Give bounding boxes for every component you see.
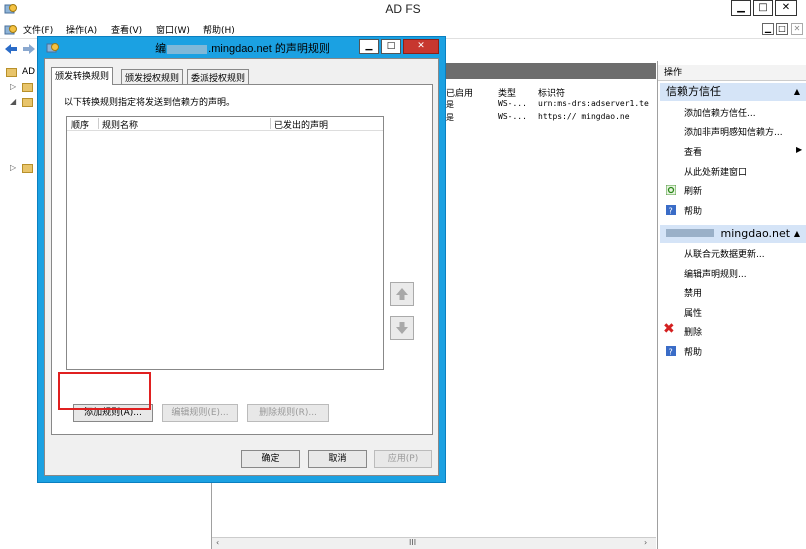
redacted-block <box>666 229 714 237</box>
move-down-button[interactable] <box>390 316 414 340</box>
section-relying-party-trusts[interactable]: 信赖方信任 ▲ <box>660 83 806 101</box>
action-view[interactable]: 查看 <box>684 145 702 158</box>
submenu-arrow-icon: ▶ <box>796 145 803 154</box>
action-disable[interactable]: 禁用 <box>684 286 702 299</box>
col-enabled[interactable]: 已启用 <box>446 86 473 99</box>
tab-issuance-authorization-rules[interactable]: 颁发授权规则 <box>121 69 184 84</box>
actions-header: 操作 <box>658 65 806 81</box>
action-update-metadata[interactable]: 从联合元数据更新... <box>684 247 765 260</box>
section-title: 信赖方信任 <box>666 85 721 98</box>
action-add-non-claims-rp[interactable]: 添加非声明感知信赖方... <box>684 125 783 138</box>
delete-icon: ✖ <box>663 321 675 337</box>
svg-text:?: ? <box>669 348 673 357</box>
menu-file[interactable]: 文件(F) <box>23 23 53 36</box>
col-type[interactable]: 类型 <box>498 86 516 99</box>
menu-action[interactable]: 操作(A) <box>66 23 97 36</box>
list-col-issued-claims[interactable]: 已发出的声明 <box>274 118 328 131</box>
menu-help[interactable]: 帮助(H) <box>203 23 235 36</box>
table-cell-identifier[interactable]: urn:ms-drs:adserver1.te <box>538 99 654 108</box>
claim-rules-dialog: 编 .mingdao.net 的声明规则 ▁ □ ✕ 颁发转换规则 颁发授权规则 … <box>37 36 446 483</box>
close-button[interactable]: ✕ <box>775 0 797 16</box>
action-help[interactable]: 帮助 <box>684 204 702 217</box>
ok-button[interactable]: 确定 <box>241 450 300 468</box>
section-title: mingdao.net <box>720 227 791 240</box>
action-delete[interactable]: 删除 <box>684 325 702 338</box>
menu-window[interactable]: 窗口(W) <box>156 23 190 36</box>
collapse-up-icon[interactable]: ▲ <box>794 83 800 101</box>
folder-icon <box>22 164 33 173</box>
expand-arrow-icon[interactable]: ▷ <box>10 82 16 91</box>
folder-icon <box>22 98 33 107</box>
maximize-button[interactable]: □ <box>753 0 773 16</box>
table-cell-enabled[interactable]: 是 <box>446 112 454 123</box>
action-properties[interactable]: 属性 <box>684 306 702 319</box>
redacted-block <box>167 44 208 54</box>
action-add-relying-party[interactable]: 添加信赖方信任... <box>684 106 756 119</box>
help-icon: ? <box>666 346 676 356</box>
red-highlight-box <box>58 372 151 410</box>
app-title: AD FS <box>385 2 421 16</box>
dialog-title-suffix: .mingdao.net 的声明规则 <box>208 43 330 55</box>
dialog-minimize-button[interactable]: ▁ <box>359 39 379 54</box>
edit-rule-button[interactable]: 编辑规则(E)... <box>162 404 238 422</box>
help-icon: ? <box>666 205 676 215</box>
collapse-up-icon[interactable]: ▲ <box>794 225 800 243</box>
svg-text:?: ? <box>669 207 673 216</box>
action-edit-claim-rules[interactable]: 编辑声明规则... <box>684 267 747 280</box>
dialog-maximize-button[interactable]: □ <box>381 39 401 54</box>
scroll-right-icon[interactable]: › <box>644 538 647 547</box>
dialog-close-button[interactable]: ✕ <box>403 39 439 54</box>
up-arrow-icon <box>396 288 408 300</box>
action-new-window[interactable]: 从此处新建窗口 <box>684 165 747 178</box>
table-cell-type[interactable]: WS-... <box>498 99 527 108</box>
scroll-thumb-grip[interactable]: III <box>409 538 416 547</box>
mdi-minimize-button[interactable]: ▁ <box>762 23 774 35</box>
section-selected-trust[interactable]: mingdao.net ▲ <box>660 225 806 243</box>
apply-button[interactable]: 应用(P) <box>374 450 432 468</box>
main-title-bar: AD FS ▁ □ ✕ <box>0 0 806 20</box>
dialog-body: 颁发转换规则 颁发授权规则 委派授权规则 以下转换规则指定将发送到信赖方的声明。… <box>44 58 439 476</box>
collapse-arrow-icon[interactable]: ◢ <box>10 97 16 106</box>
action-help[interactable]: 帮助 <box>684 345 702 358</box>
expand-arrow-icon[interactable]: ▷ <box>10 163 16 172</box>
down-arrow-icon <box>396 322 408 334</box>
back-arrow-icon[interactable] <box>4 43 18 55</box>
cancel-button[interactable]: 取消 <box>308 450 367 468</box>
mdi-close-button[interactable]: ✕ <box>791 23 803 35</box>
tab-issuance-transform-rules[interactable]: 颁发转换规则 <box>51 67 114 85</box>
refresh-icon <box>666 185 676 195</box>
table-cell-type[interactable]: WS-... <box>498 112 527 121</box>
mdi-maximize-button[interactable]: □ <box>776 23 788 35</box>
instruction-text: 以下转换规则指定将发送到信赖方的声明。 <box>64 98 236 108</box>
tab-delegation-authorization-rules[interactable]: 委派授权规则 <box>187 69 250 84</box>
col-identifier[interactable]: 标识符 <box>538 86 565 99</box>
column-separator <box>270 118 271 129</box>
move-up-button[interactable] <box>390 282 414 306</box>
scroll-left-icon[interactable]: ‹ <box>216 538 219 547</box>
action-refresh[interactable]: 刷新 <box>684 184 702 197</box>
actions-pane: 操作 信赖方信任 ▲ 添加信赖方信任... 添加非声明感知信赖方... 查看 ▶… <box>657 61 806 549</box>
tree-item-adfs[interactable]: AD <box>22 67 35 77</box>
menu-view[interactable]: 查看(V) <box>111 23 142 36</box>
minimize-button[interactable]: ▁ <box>731 0 751 16</box>
rules-list[interactable]: 顺序 规则名称 已发出的声明 <box>66 116 384 370</box>
folder-icon <box>22 83 33 92</box>
delete-rule-button[interactable]: 删除规则(R)... <box>247 404 329 422</box>
column-separator <box>98 118 99 129</box>
dialog-title-prefix: 编 <box>155 43 167 55</box>
list-col-order[interactable]: 顺序 <box>71 118 89 131</box>
list-col-rule-name[interactable]: 规则名称 <box>102 118 138 131</box>
forward-arrow-icon[interactable] <box>22 43 36 55</box>
table-cell-enabled[interactable]: 是 <box>446 99 454 110</box>
table-cell-identifier[interactable]: https:// mingdao.ne <box>538 112 654 121</box>
adfs-menu-icon <box>4 25 17 35</box>
folder-icon <box>6 68 17 77</box>
horizontal-scrollbar[interactable]: ‹ III › <box>212 537 656 549</box>
